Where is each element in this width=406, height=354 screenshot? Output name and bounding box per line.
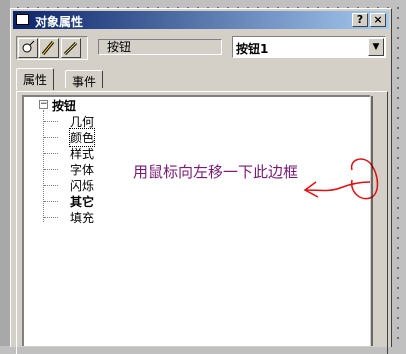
arrow-shaft: [305, 181, 371, 192]
circle-mark: [350, 158, 379, 200]
red-annotation-drawing: [303, 96, 379, 346]
tab-properties[interactable]: 属性: [16, 68, 55, 90]
